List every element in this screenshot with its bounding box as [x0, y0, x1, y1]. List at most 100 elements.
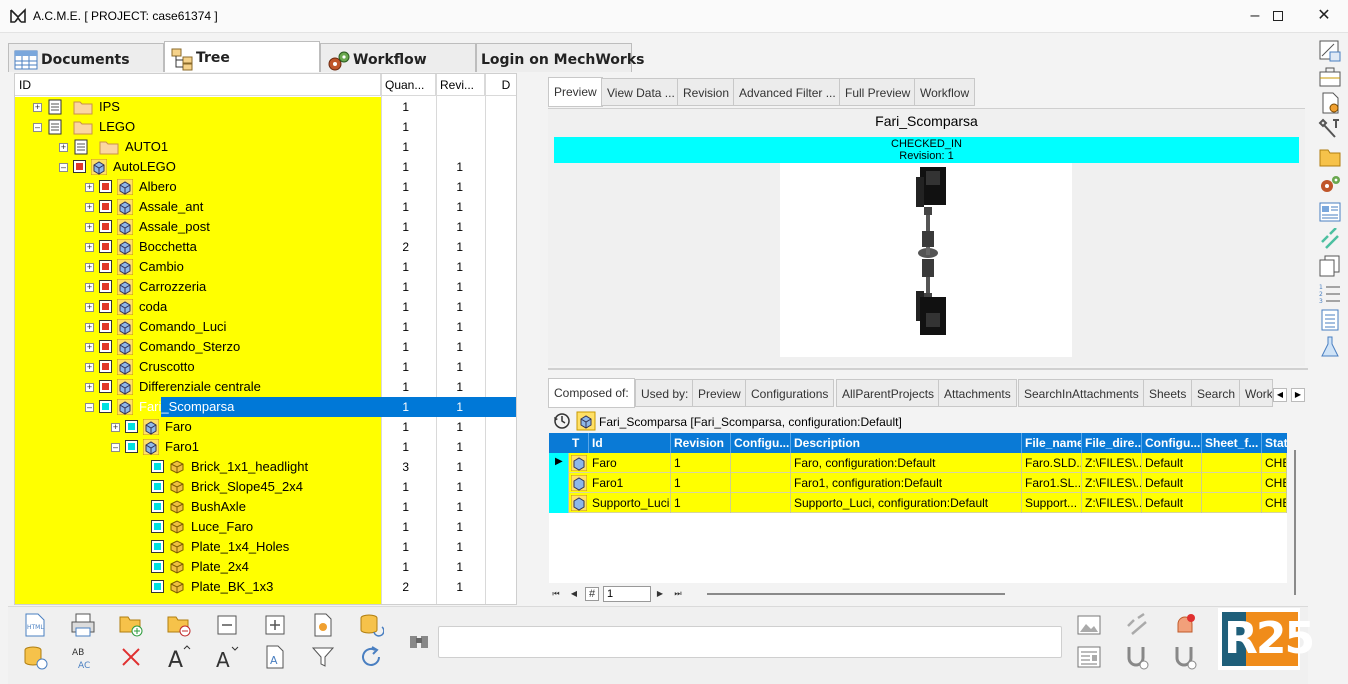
- tree-row[interactable]: Plate_BK_1x3 2 1: [15, 577, 516, 597]
- first-page-button[interactable]: ⏮: [549, 587, 563, 601]
- collapse-icon[interactable]: [214, 612, 240, 638]
- tab-search-in-attachments[interactable]: SearchInAttachments: [1018, 379, 1145, 407]
- link-icon[interactable]: [1318, 228, 1342, 250]
- row-selector[interactable]: [549, 473, 569, 493]
- tree-row[interactable]: + Bocchetta 2 1: [15, 237, 516, 257]
- tab-work[interactable]: Work: [1239, 379, 1273, 407]
- row-selector[interactable]: [549, 493, 569, 513]
- spell-check-icon[interactable]: AB AC: [70, 644, 96, 670]
- tools-icon[interactable]: [1318, 118, 1342, 140]
- tab-search[interactable]: Search: [1191, 379, 1242, 407]
- document-settings-icon[interactable]: [1318, 92, 1342, 114]
- tab-login[interactable]: Login on MechWorks: [476, 43, 644, 72]
- tab-documents[interactable]: Documents: [8, 43, 164, 72]
- tree-col-quantity[interactable]: Quan...: [381, 74, 436, 96]
- grid-col-status[interactable]: Stat: [1262, 433, 1287, 453]
- tab-all-parent-projects[interactable]: AllParentProjects: [836, 379, 941, 407]
- tab-workflow[interactable]: Workflow: [320, 43, 476, 72]
- tree-row[interactable]: + IPS 1: [15, 97, 516, 117]
- binoculars-icon[interactable]: [408, 630, 430, 652]
- notification-bell-icon[interactable]: [1172, 612, 1198, 638]
- tab-detail-preview[interactable]: Preview: [692, 379, 747, 407]
- grid-horizontal-scrollbar[interactable]: [707, 593, 1005, 595]
- grid-col-configuration[interactable]: Configu...: [731, 433, 791, 453]
- expand-icon[interactable]: [262, 612, 288, 638]
- grid-col-file-directory[interactable]: File_dire...: [1082, 433, 1142, 453]
- tree-row[interactable]: + Cruscotto 1 1: [15, 357, 516, 377]
- delete-icon[interactable]: [118, 644, 144, 670]
- tree-row[interactable]: + Assale_ant 1 1: [15, 197, 516, 217]
- tree-col-d[interactable]: D: [485, 74, 516, 96]
- tab-tree[interactable]: Tree: [164, 41, 320, 72]
- print-icon[interactable]: [70, 612, 96, 638]
- collapse-node-button[interactable]: –: [85, 403, 94, 412]
- remove-folder-icon[interactable]: [166, 612, 192, 638]
- grid-vertical-scrollbar[interactable]: [1294, 450, 1296, 595]
- tab-used-by[interactable]: Used by:: [635, 379, 695, 407]
- expand-node-button[interactable]: +: [33, 103, 42, 112]
- tree-row[interactable]: Plate_1x4_Holes 1 1: [15, 537, 516, 557]
- tree-row[interactable]: + Cambio 1 1: [15, 257, 516, 277]
- row-selector[interactable]: ▶: [549, 453, 569, 473]
- next-page-button[interactable]: ▶: [653, 587, 667, 601]
- expand-node-button[interactable]: +: [85, 363, 94, 372]
- expand-node-button[interactable]: +: [85, 383, 94, 392]
- copy-icon[interactable]: [1318, 255, 1342, 277]
- expand-node-button[interactable]: +: [85, 343, 94, 352]
- tree-row[interactable]: + Faro 1 1: [15, 417, 516, 437]
- filter-icon[interactable]: [310, 644, 336, 670]
- tree-row[interactable]: + Albero 1 1: [15, 177, 516, 197]
- collapse-node-button[interactable]: –: [111, 443, 120, 452]
- tree-row[interactable]: Brick_1x1_headlight 3 1: [15, 457, 516, 477]
- maximize-button[interactable]: [1255, 0, 1301, 33]
- tree-row[interactable]: – Faro1 1 1: [15, 437, 516, 457]
- text-document-icon[interactable]: A: [262, 644, 288, 670]
- grid-row[interactable]: Faro1 1 Faro1, configuration:Default Faro1.…: [549, 473, 1287, 493]
- tab-attachments[interactable]: Attachments: [938, 379, 1017, 407]
- tab-preview[interactable]: Preview: [548, 77, 603, 107]
- flask-icon[interactable]: [1318, 336, 1342, 358]
- tree-col-id[interactable]: ID: [15, 74, 381, 96]
- tree-panel[interactable]: ID Quan... Revi... D + IPS 1– LEGO 1 + AUTO1 1–…: [14, 73, 517, 605]
- tree-row[interactable]: – LEGO 1: [15, 117, 516, 137]
- tree-row[interactable]: + Comando_Luci 1 1: [15, 317, 516, 337]
- history-icon[interactable]: [552, 411, 572, 431]
- search-input[interactable]: [438, 626, 1062, 658]
- expand-node-button[interactable]: +: [85, 323, 94, 332]
- expand-node-button[interactable]: +: [85, 263, 94, 272]
- font-increase-icon[interactable]: A: [166, 644, 192, 670]
- briefcase-icon[interactable]: [1318, 66, 1342, 88]
- grid-col-configuration-2[interactable]: Configu...: [1142, 433, 1202, 453]
- tree-row[interactable]: Brick_Slope45_2x4 1 1: [15, 477, 516, 497]
- panel-layout-icon[interactable]: [1318, 201, 1342, 223]
- database-info-icon[interactable]: [22, 644, 48, 670]
- html-export-icon[interactable]: HTML: [22, 612, 48, 638]
- folder-icon[interactable]: [1318, 146, 1342, 168]
- font-decrease-icon[interactable]: A: [214, 644, 240, 670]
- tree-row[interactable]: + coda 1 1: [15, 297, 516, 317]
- tab-preview-workflow[interactable]: Workflow: [914, 78, 976, 106]
- document-lines-icon[interactable]: [1318, 309, 1342, 331]
- tree-row[interactable]: + Assale_post 1 1: [15, 217, 516, 237]
- close-window-button[interactable]: ✕: [1301, 0, 1347, 33]
- magnet-warning-icon[interactable]: [1172, 644, 1198, 670]
- grid-col-file-name[interactable]: File_name: [1022, 433, 1082, 453]
- expand-node-button[interactable]: +: [85, 183, 94, 192]
- tree-row[interactable]: Luce_Faro 1 1: [15, 517, 516, 537]
- workflow-gears-icon[interactable]: [1318, 173, 1342, 195]
- expand-node-button[interactable]: +: [85, 203, 94, 212]
- numbered-list-icon[interactable]: 123: [1318, 282, 1342, 304]
- collapse-node-button[interactable]: –: [33, 123, 42, 132]
- tab-composed-of[interactable]: Composed of:: [548, 378, 635, 408]
- tab-full-preview[interactable]: Full Preview: [839, 78, 917, 106]
- grid-col-sheet[interactable]: Sheet_f...: [1202, 433, 1262, 453]
- tree-row[interactable]: BushAxle 1 1: [15, 497, 516, 517]
- tree-row[interactable]: + Comando_Sterzo 1 1: [15, 337, 516, 357]
- tree-row[interactable]: + Differenziale centrale 1 1: [15, 377, 516, 397]
- tabs-scroll-left-button[interactable]: ◀: [1273, 388, 1287, 402]
- tab-sheets[interactable]: Sheets: [1143, 379, 1193, 407]
- tab-advanced-filter[interactable]: Advanced Filter ...: [733, 78, 842, 106]
- grid-col-id[interactable]: Id: [589, 433, 671, 453]
- document-config-icon[interactable]: [310, 612, 336, 638]
- grid-col-revision[interactable]: Revision: [671, 433, 731, 453]
